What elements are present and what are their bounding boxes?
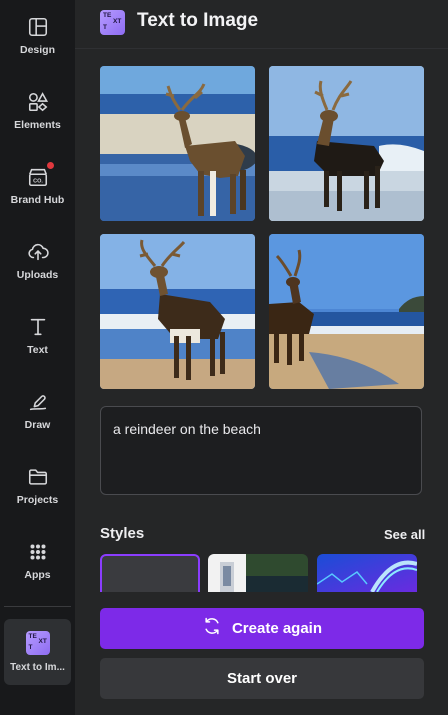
generated-image-1[interactable]	[100, 66, 255, 221]
sidebar-item-label: Brand Hub	[10, 194, 65, 206]
text-t-icon	[27, 316, 49, 338]
text-to-image-app-icon: TE XT T	[25, 631, 50, 655]
start-over-button[interactable]: Start over	[100, 658, 424, 699]
shapes-icon	[27, 91, 49, 113]
generated-image-4[interactable]	[269, 234, 424, 389]
sidebar-item-brand-hub[interactable]: CO. Brand Hub	[0, 162, 75, 234]
reindeer-image	[269, 234, 424, 389]
style-option-neon[interactable]	[317, 554, 417, 592]
cloud-upload-icon	[27, 241, 49, 263]
sidebar-item-uploads[interactable]: Uploads	[0, 241, 75, 309]
notification-dot	[46, 162, 54, 169]
reindeer-image	[269, 66, 424, 221]
refresh-icon	[202, 616, 222, 641]
prompt-textarea[interactable]: a reindeer on the beach	[100, 406, 422, 495]
svg-text:CO.: CO.	[33, 179, 43, 185]
left-sidebar: Design Elements CO. Brand Hub Uploads Te…	[0, 0, 75, 715]
style-preview-photo	[208, 554, 308, 592]
sidebar-item-label: Text to Im...	[10, 662, 65, 673]
apps-grid-icon	[27, 541, 49, 563]
panel-header: TE XT T Text to Image	[75, 0, 448, 49]
sidebar-item-projects[interactable]: Projects	[0, 466, 75, 534]
style-preview-neon	[317, 554, 417, 592]
style-option-none[interactable]	[100, 554, 200, 592]
text-to-image-app-icon: TE XT T	[100, 10, 125, 35]
generated-image-2[interactable]	[269, 66, 424, 221]
sidebar-item-design[interactable]: Design	[0, 16, 75, 84]
sidebar-item-label: Apps	[24, 569, 51, 581]
styles-heading: Styles	[100, 525, 145, 542]
generated-image-3[interactable]	[100, 234, 255, 389]
draw-pen-icon	[27, 391, 49, 413]
see-all-link[interactable]: See all	[384, 527, 425, 542]
prompt-text: a reindeer on the beach	[113, 421, 261, 437]
sidebar-item-apps[interactable]: Apps	[0, 541, 75, 609]
page-title: Text to Image	[137, 10, 259, 31]
sidebar-item-label: Projects	[16, 494, 59, 506]
reindeer-image	[100, 234, 255, 389]
sidebar-item-draw[interactable]: Draw	[0, 391, 75, 459]
layout-icon	[27, 16, 49, 38]
sidebar-item-label: Uploads	[16, 269, 59, 281]
sidebar-item-label: Draw	[24, 419, 51, 431]
brand-hub-icon: CO.	[27, 162, 54, 188]
sidebar-divider	[4, 606, 71, 607]
create-again-label: Create again	[231, 620, 323, 637]
start-over-label: Start over	[226, 670, 298, 687]
sidebar-item-label: Elements	[14, 119, 61, 131]
reindeer-image	[100, 66, 255, 221]
folder-icon	[27, 466, 49, 488]
style-option-photo[interactable]	[208, 554, 308, 592]
sidebar-item-label: Design	[19, 44, 55, 56]
sidebar-item-text-to-image[interactable]: TE XT T Text to Im...	[4, 619, 71, 685]
sidebar-item-label: Text	[27, 344, 48, 356]
sidebar-item-text[interactable]: Text	[0, 316, 75, 384]
sidebar-item-elements[interactable]: Elements	[0, 91, 75, 159]
create-again-button[interactable]: Create again	[100, 608, 424, 649]
